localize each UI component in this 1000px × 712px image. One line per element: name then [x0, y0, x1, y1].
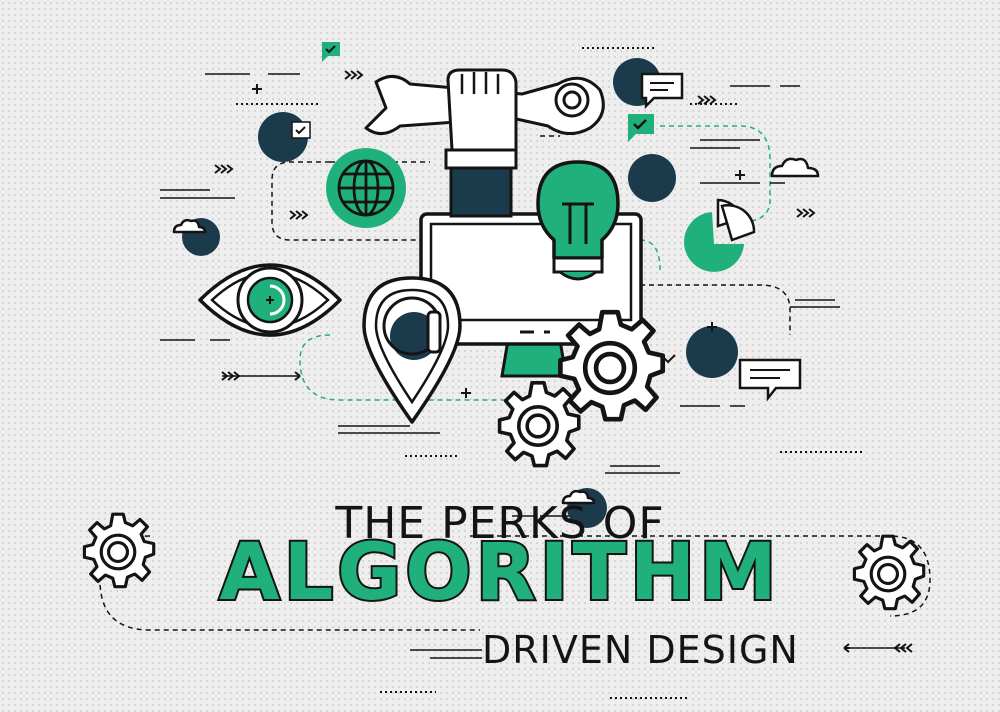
hand-icon [444, 68, 518, 218]
title-line-2: ALGORITHM [217, 526, 781, 620]
pie-chart-icon [684, 198, 756, 272]
globe-icon [326, 148, 406, 228]
title-line-3: DRIVEN DESIGN [482, 628, 799, 672]
eye-icon [198, 263, 342, 337]
